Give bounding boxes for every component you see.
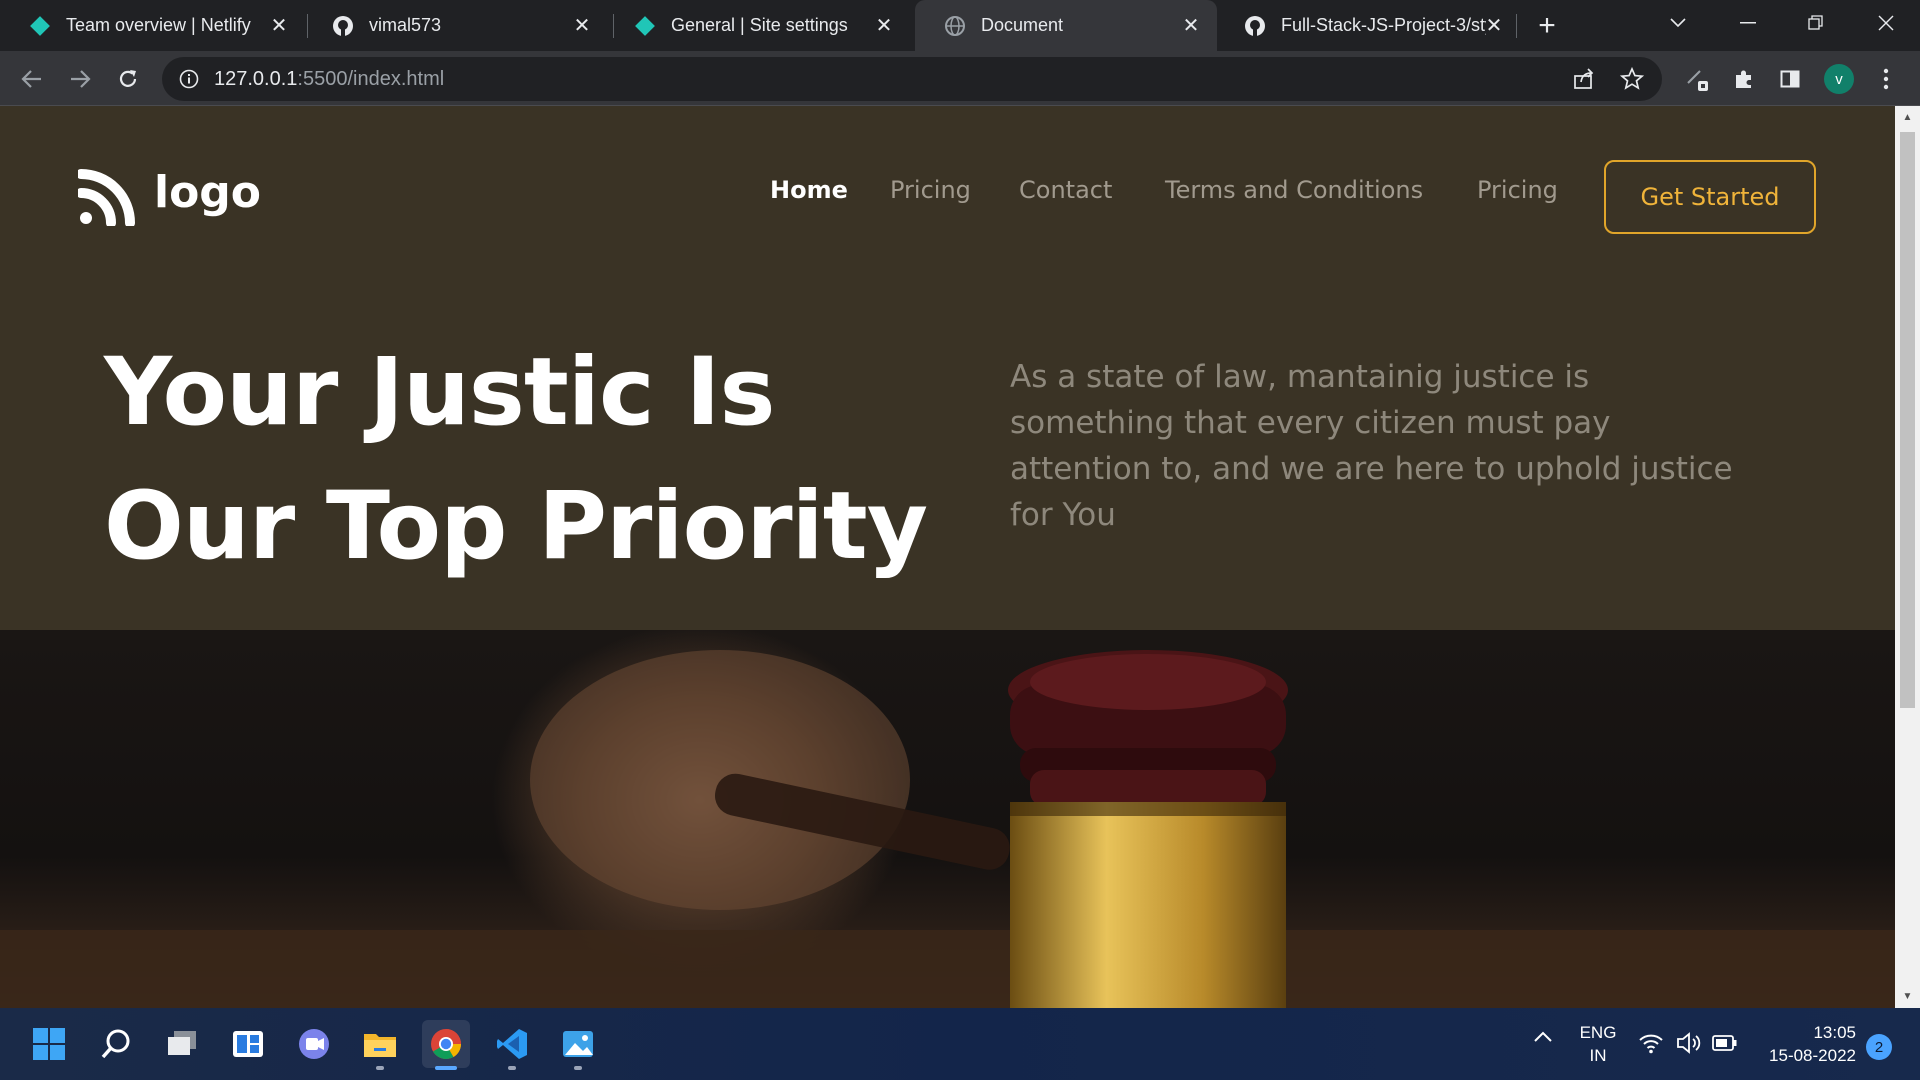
tab-netlify-settings[interactable]: General | Site settings ✕ bbox=[605, 0, 910, 51]
tab-strip: Team overview | Netlify ✕ vimal573 ✕ Gen… bbox=[0, 0, 1920, 51]
close-tab-icon[interactable]: ✕ bbox=[267, 13, 291, 37]
url-host: 127.0.0.1 bbox=[214, 68, 298, 90]
globe-icon bbox=[943, 14, 967, 38]
battery-icon[interactable] bbox=[1712, 1034, 1738, 1057]
netlify-icon bbox=[633, 14, 657, 38]
region-label: IN bbox=[1589, 1046, 1607, 1065]
volume-icon[interactable] bbox=[1676, 1031, 1702, 1060]
side-panel-icon[interactable] bbox=[1774, 63, 1806, 95]
logo-signal-icon bbox=[78, 169, 135, 226]
browser-toolbar: 127.0.0.1:5500/index.html v bbox=[0, 51, 1920, 106]
pen-extension-icon[interactable] bbox=[1682, 63, 1714, 95]
bookmark-star-icon[interactable] bbox=[1619, 66, 1645, 96]
running-indicator bbox=[574, 1066, 582, 1070]
windows-taskbar: ENG IN 13:05 15-08-2022 bbox=[0, 1008, 1920, 1080]
nav-home[interactable]: Home bbox=[770, 176, 848, 204]
start-windows-icon[interactable] bbox=[25, 1020, 73, 1068]
hero-section: logo Home Pricing Contact Terms and Cond… bbox=[0, 106, 1895, 630]
hero-gavel-image bbox=[0, 630, 1895, 1008]
task-view-icon[interactable] bbox=[158, 1020, 206, 1068]
nav-contact[interactable]: Contact bbox=[1019, 176, 1112, 204]
notification-count-badge[interactable]: 2 bbox=[1866, 1034, 1892, 1060]
tab-title: General | Site settings bbox=[671, 15, 848, 35]
close-window-icon[interactable] bbox=[1856, 0, 1916, 45]
netlify-icon bbox=[28, 14, 52, 38]
tab-title: vimal573 bbox=[369, 15, 442, 35]
running-indicator bbox=[376, 1066, 384, 1070]
profile-avatar[interactable]: v bbox=[1824, 64, 1854, 94]
github-icon bbox=[1243, 14, 1267, 38]
site-logo[interactable]: logo bbox=[78, 164, 261, 226]
site-info-icon[interactable] bbox=[178, 68, 200, 95]
get-started-button[interactable]: Get Started bbox=[1604, 160, 1816, 234]
tab-github-repo[interactable]: Full-Stack-JS-Project-3/style ✕ bbox=[1215, 0, 1520, 51]
page-viewport: logo Home Pricing Contact Terms and Cond… bbox=[0, 106, 1895, 1008]
chrome-icon[interactable] bbox=[422, 1020, 470, 1070]
logo-text: logo bbox=[154, 166, 262, 218]
github-icon bbox=[331, 14, 355, 38]
clock-time: 13:05 bbox=[1813, 1023, 1856, 1042]
language-label: ENG bbox=[1579, 1023, 1617, 1042]
reload-icon[interactable] bbox=[112, 63, 144, 95]
back-icon[interactable] bbox=[16, 63, 48, 95]
close-tab-icon[interactable]: ✕ bbox=[872, 13, 896, 37]
tab-github-profile[interactable]: vimal573 ✕ bbox=[303, 0, 608, 51]
widgets-icon[interactable] bbox=[224, 1020, 272, 1068]
tab-title: Document bbox=[981, 15, 1064, 35]
file-explorer-icon[interactable] bbox=[356, 1020, 404, 1070]
hero-tagline: As a state of law, mantainig justice is … bbox=[1010, 359, 1733, 533]
address-bar[interactable]: 127.0.0.1:5500/index.html bbox=[162, 57, 1662, 101]
share-icon[interactable] bbox=[1572, 67, 1596, 96]
tab-divider bbox=[1516, 14, 1517, 38]
running-indicator bbox=[435, 1066, 457, 1070]
scrollbar-thumb[interactable] bbox=[1900, 132, 1915, 708]
clock-date: 15-08-2022 bbox=[1769, 1046, 1856, 1065]
tray-overflow-chevron-icon[interactable] bbox=[1532, 1030, 1554, 1049]
nav-terms[interactable]: Terms and Conditions bbox=[1165, 176, 1423, 204]
headline-line-1: Your Justic Is bbox=[104, 338, 775, 447]
page-scrollbar[interactable]: ▲ ▼ bbox=[1895, 106, 1920, 1008]
minimize-icon[interactable] bbox=[1718, 0, 1778, 45]
tab-title: Team overview | Netlify bbox=[66, 15, 251, 35]
nav-pricing[interactable]: Pricing bbox=[890, 176, 971, 204]
tab-document[interactable]: Document ✕ bbox=[915, 0, 1217, 51]
gavel-illustration bbox=[0, 650, 1895, 1008]
teams-chat-icon[interactable] bbox=[290, 1020, 338, 1068]
close-tab-icon[interactable]: ✕ bbox=[1179, 13, 1203, 37]
hero-headline: Your Justic Is Our Top Priority bbox=[104, 326, 928, 594]
input-language-indicator[interactable]: ENG IN bbox=[1574, 1021, 1622, 1067]
clock[interactable]: 13:05 15-08-2022 bbox=[1752, 1021, 1856, 1067]
forward-icon[interactable] bbox=[64, 63, 96, 95]
tab-search-icon[interactable] bbox=[1648, 0, 1708, 45]
tab-netlify-team[interactable]: Team overview | Netlify ✕ bbox=[0, 0, 305, 51]
scroll-up-arrow-icon[interactable]: ▲ bbox=[1900, 110, 1915, 125]
search-icon[interactable] bbox=[92, 1020, 140, 1068]
new-tab-icon[interactable]: + bbox=[1531, 9, 1563, 42]
running-indicator bbox=[508, 1066, 516, 1070]
close-tab-icon[interactable]: ✕ bbox=[1482, 13, 1506, 37]
url-text: 127.0.0.1:5500/index.html bbox=[214, 68, 444, 91]
wifi-icon[interactable] bbox=[1638, 1032, 1664, 1059]
vscode-icon[interactable] bbox=[488, 1020, 536, 1070]
restore-icon[interactable] bbox=[1786, 0, 1846, 45]
url-path: :5500/index.html bbox=[297, 68, 445, 90]
nav-pricing-2[interactable]: Pricing bbox=[1477, 176, 1558, 204]
scroll-down-arrow-icon[interactable]: ▼ bbox=[1900, 989, 1915, 1004]
photos-icon[interactable] bbox=[554, 1020, 602, 1070]
headline-line-2: Our Top Priority bbox=[104, 472, 928, 581]
tab-title: Full-Stack-JS-Project-3/style bbox=[1281, 15, 1486, 35]
menu-kebab-icon[interactable] bbox=[1870, 63, 1902, 95]
extensions-puzzle-icon[interactable] bbox=[1728, 63, 1760, 95]
close-tab-icon[interactable]: ✕ bbox=[570, 13, 594, 37]
